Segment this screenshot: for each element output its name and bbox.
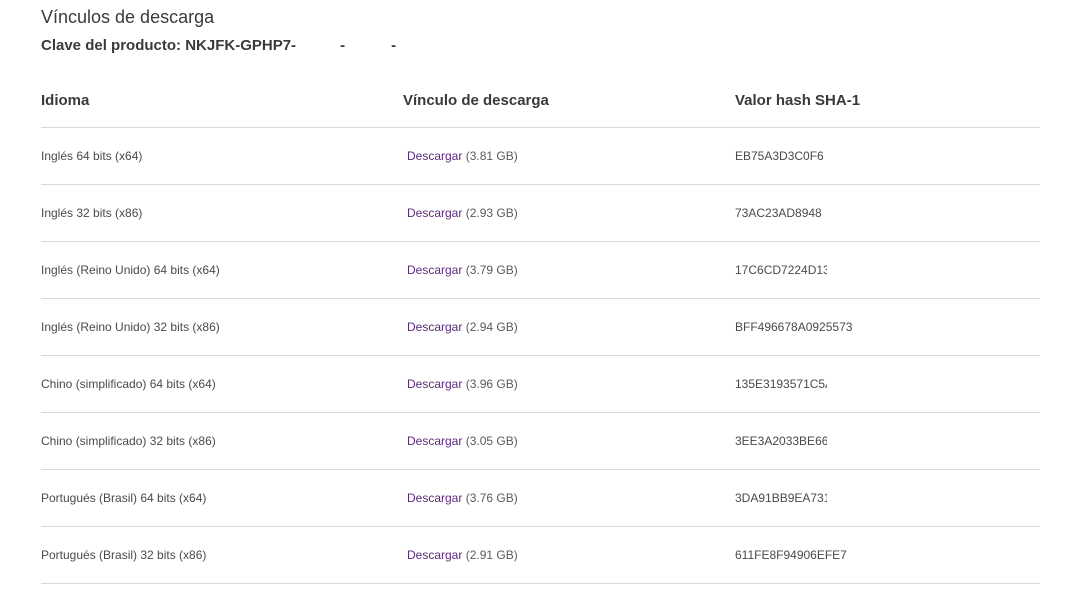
table-row: Portugués (Brasil) 64 bits (x64) Descarg… xyxy=(41,470,1040,527)
language-cell: Inglés (Reino Unido) 64 bits (x64) xyxy=(41,263,220,277)
hash-cell: EB75A3D3C0F6 xyxy=(735,149,824,163)
hash-cell: 611FE8F94906EFE7 xyxy=(735,548,847,562)
table-row: Portugués (Brasil) 32 bits (x86) Descarg… xyxy=(41,527,1040,584)
download-cell: Descargar (2.93 GB) xyxy=(407,206,518,220)
file-size: (2.91 GB) xyxy=(465,548,518,562)
download-cell: Descargar (3.79 GB) xyxy=(407,263,518,277)
table-row: Inglés 64 bits (x64) Descargar (3.81 GB)… xyxy=(41,128,1040,185)
hash-cell: 135E3193571C5AF xyxy=(735,377,827,391)
product-key-label: Clave del producto: xyxy=(41,37,182,54)
download-link[interactable]: Descargar xyxy=(407,434,462,448)
language-cell: Portugués (Brasil) 32 bits (x86) xyxy=(41,548,207,562)
column-header-download: Vínculo de descarga xyxy=(403,92,549,109)
file-size: (3.76 GB) xyxy=(465,491,518,505)
download-cell: Descargar (3.96 GB) xyxy=(407,377,518,391)
hash-cell: 3EE3A2033BE666BA xyxy=(735,434,827,448)
file-size: (3.79 GB) xyxy=(465,263,518,277)
download-link[interactable]: Descargar xyxy=(407,206,462,220)
download-link[interactable]: Descargar xyxy=(407,149,462,163)
product-key-separator: - xyxy=(340,37,346,54)
page-title: Vínculos de descarga xyxy=(41,7,215,27)
download-cell: Descargar (3.05 GB) xyxy=(407,434,518,448)
download-cell: Descargar (3.81 GB) xyxy=(407,149,518,163)
file-size: (3.81 GB) xyxy=(465,149,518,163)
table-row: Chino (simplificado) 32 bits (x86) Desca… xyxy=(41,413,1040,470)
hash-cell: BFF496678A0925573 xyxy=(735,320,853,334)
product-key-value: NKJFK-GPHP7- xyxy=(185,37,297,54)
download-cell: Descargar (2.91 GB) xyxy=(407,548,518,562)
file-size: (2.94 GB) xyxy=(465,320,518,334)
language-cell: Inglés 32 bits (x86) xyxy=(41,206,143,220)
file-size: (2.93 GB) xyxy=(465,206,518,220)
file-size: (3.05 GB) xyxy=(465,434,518,448)
hash-cell: 17C6CD7224D13 xyxy=(735,263,827,277)
table-row: Chino (simplificado) 64 bits (x64) Desca… xyxy=(41,356,1040,413)
file-size: (3.96 GB) xyxy=(465,377,518,391)
download-cell: Descargar (2.94 GB) xyxy=(407,320,518,334)
product-key: Clave del producto: NKJFK-GPHP7- - - xyxy=(41,37,396,54)
table-row: Inglés (Reino Unido) 32 bits (x86) Desca… xyxy=(41,299,1040,356)
download-link[interactable]: Descargar xyxy=(407,377,462,391)
language-cell: Chino (simplificado) 64 bits (x64) xyxy=(41,377,216,391)
column-header-hash: Valor hash SHA-1 xyxy=(735,92,861,109)
download-link[interactable]: Descargar xyxy=(407,548,462,562)
download-link[interactable]: Descargar xyxy=(407,491,462,505)
column-header-language: Idioma xyxy=(41,92,90,109)
product-key-separator: - xyxy=(391,37,397,54)
language-cell: Inglés (Reino Unido) 32 bits (x86) xyxy=(41,320,220,334)
language-cell: Chino (simplificado) 32 bits (x86) xyxy=(41,434,216,448)
table-header: Idioma Vínculo de descarga Valor hash SH… xyxy=(41,70,1040,128)
hash-cell: 3DA91BB9EA7316F xyxy=(735,491,827,505)
download-link[interactable]: Descargar xyxy=(407,320,462,334)
download-cell: Descargar (3.76 GB) xyxy=(407,491,518,505)
language-cell: Inglés 64 bits (x64) xyxy=(41,149,143,163)
table-row: Inglés (Reino Unido) 64 bits (x64) Desca… xyxy=(41,242,1040,299)
language-cell: Portugués (Brasil) 64 bits (x64) xyxy=(41,491,207,505)
hash-cell: 73AC23AD8948 xyxy=(735,206,822,220)
downloads-table: Idioma Vínculo de descarga Valor hash SH… xyxy=(41,70,1040,584)
table-row: Inglés 32 bits (x86) Descargar (2.93 GB)… xyxy=(41,185,1040,242)
download-link[interactable]: Descargar xyxy=(407,263,462,277)
